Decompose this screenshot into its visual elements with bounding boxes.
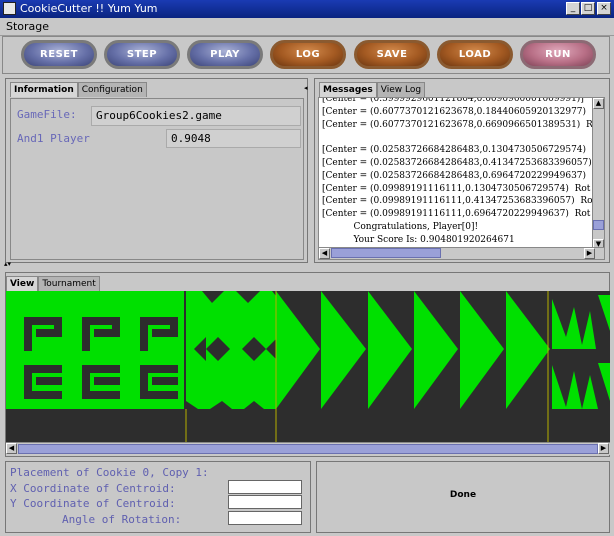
cookie-canvas[interactable] xyxy=(6,291,610,442)
scroll-right-icon[interactable]: ▶ xyxy=(598,443,609,454)
log-line: [Center = (0.09989191116111,0.6964720229… xyxy=(322,209,591,220)
x-coordinate-input[interactable] xyxy=(228,480,302,494)
messages-panel: Messages View Log [Center = (0.5999929601… xyxy=(314,78,610,263)
scroll-left-icon[interactable]: ◀ xyxy=(6,443,17,454)
menu-storage[interactable]: Storage xyxy=(6,20,49,33)
save-button[interactable]: SAVE xyxy=(354,40,430,69)
scroll-up-icon[interactable]: ▲ xyxy=(593,98,604,109)
placement-panel: Placement of Cookie 0, Copy 1: X Coordin… xyxy=(5,461,311,533)
player-score-value: 0.9048 xyxy=(166,129,301,148)
rotation-label: Angle of Rotation: xyxy=(62,513,182,526)
maximize-button[interactable]: □ xyxy=(581,2,595,15)
done-label: Done xyxy=(449,490,477,500)
close-button[interactable]: × xyxy=(597,2,611,15)
information-content: GameFile: Group6Cookies2.game And1 Playe… xyxy=(10,98,304,260)
placement-title: Placement of Cookie 0, Copy 1: xyxy=(10,466,209,479)
toolbar: RESET STEP PLAY LOG SAVE LOAD RUN xyxy=(2,36,610,74)
message-log: [Center = (0.5999929601121804,0.00909000… xyxy=(318,97,605,260)
load-button[interactable]: LOAD xyxy=(437,40,513,69)
x-coordinate-label: X Coordinate of Centroid: xyxy=(10,482,176,495)
done-button[interactable]: Done xyxy=(316,461,610,533)
log-line: [Center = (0.5999929601121804,0.00909000… xyxy=(322,97,584,104)
gamefile-value: Group6Cookies2.game xyxy=(91,106,301,126)
cookie-layout-svg xyxy=(6,291,610,442)
log-horizontal-scrollbar[interactable]: ◀ ▶ xyxy=(319,247,604,259)
run-button[interactable]: RUN xyxy=(520,40,596,69)
tab-tournament[interactable]: Tournament xyxy=(38,276,100,291)
log-line: Congratulations, Player[0]! xyxy=(322,222,479,232)
splitter-arrows-icon[interactable]: ▴▾ xyxy=(4,260,11,268)
log-line: Your Score Is: 0.904801920264671 xyxy=(322,234,515,245)
title-bar: CookieCutter !! Yum Yum _ □ × xyxy=(0,0,614,18)
log-hscroll-thumb[interactable] xyxy=(331,248,441,258)
reset-button[interactable]: RESET xyxy=(21,40,97,69)
minimize-button[interactable]: _ xyxy=(566,2,580,15)
window-title: CookieCutter !! Yum Yum xyxy=(20,2,158,15)
log-line: [Center = (0.02583726684286483,0.6964720… xyxy=(322,170,599,181)
canvas-horizontal-scrollbar[interactable]: ◀ ▶ xyxy=(6,442,610,455)
splitter[interactable]: ▴▾ xyxy=(0,260,614,269)
meander-cookies xyxy=(6,291,184,409)
canvas-hscroll-thumb[interactable] xyxy=(18,444,598,454)
log-line: [Center = (0.09989191116111,0.1304730506… xyxy=(322,183,591,194)
tab-view[interactable]: View xyxy=(6,276,39,291)
partial-cookies xyxy=(552,295,610,409)
tab-view-log[interactable]: View Log xyxy=(376,82,426,97)
menu-bar: Storage xyxy=(0,18,614,36)
diamond-cookie xyxy=(186,291,276,409)
app-icon xyxy=(3,2,16,15)
tab-configuration[interactable]: Configuration xyxy=(77,82,147,97)
log-line: [Center = (0.02583726684286483,0.4134725… xyxy=(322,158,592,168)
scroll-left-icon[interactable]: ◀ xyxy=(319,248,330,259)
y-coordinate-input[interactable] xyxy=(228,495,302,509)
log-line: [Center = (0.02583726684286483,0.1304730… xyxy=(322,145,599,156)
tab-information[interactable]: Information xyxy=(10,82,78,97)
log-button[interactable]: LOG xyxy=(270,40,346,69)
step-button[interactable]: STEP xyxy=(104,40,180,69)
play-button[interactable]: PLAY xyxy=(187,40,263,69)
log-line: [Center = (0.6077370121623678,0.66909665… xyxy=(322,119,593,130)
log-vertical-scrollbar[interactable]: ▲ ▼ xyxy=(592,98,604,250)
tab-messages[interactable]: Messages xyxy=(319,82,377,97)
player-label: And1 Player xyxy=(17,132,90,145)
gamefile-label: GameFile: xyxy=(17,108,77,121)
collapse-arrow-icon[interactable]: ◂ xyxy=(304,84,308,98)
log-vscroll-thumb[interactable] xyxy=(593,220,604,230)
scroll-right-icon[interactable]: ▶ xyxy=(584,248,595,259)
info-panel: Information Configuration GameFile: Group… xyxy=(5,78,308,263)
log-line: [Center = (0.6077370121623678,0.18440605… xyxy=(322,106,599,117)
log-line: [Center = (0.09989191116111,0.4134725368… xyxy=(322,196,593,207)
rotation-input[interactable] xyxy=(228,511,302,525)
y-coordinate-label: Y Coordinate of Centroid: xyxy=(10,497,176,510)
triangle-cookies xyxy=(276,291,550,409)
